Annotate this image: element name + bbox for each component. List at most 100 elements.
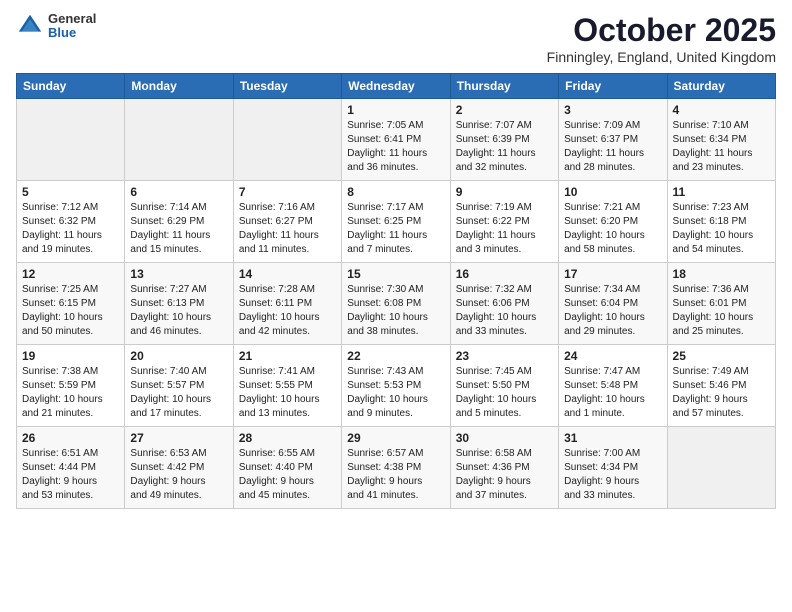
table-row: 29Sunrise: 6:57 AM Sunset: 4:38 PM Dayli… xyxy=(342,427,450,509)
table-row: 19 Sunrise: 7:38 AM Sunset: 5:59 PM Dayli… xyxy=(17,345,125,427)
calendar-week-row: 26 Sunrise: 6:51 AM Sunset: 4:44 PM Dayli… xyxy=(17,427,776,509)
table-row: 26 Sunrise: 6:51 AM Sunset: 4:44 PM Dayli… xyxy=(17,427,125,509)
table-row: 22 Sunrise: 7:43 AM Sunset: 5:53 PM Dayli… xyxy=(342,345,450,427)
col-friday: Friday xyxy=(559,74,667,99)
logo-icon xyxy=(16,12,44,40)
table-row: 20Sunrise: 7:40 AM Sunset: 5:57 PM Dayli… xyxy=(125,345,233,427)
day-info: Sunrise: 7:28 AM Sunset: 6:11 PM Dayligh… xyxy=(239,283,336,339)
title-block: October 2025 Finningley, England, United… xyxy=(547,12,776,65)
col-sunday: Sunday xyxy=(17,74,125,99)
table-row: 23 Sunrise: 7:45 AM Sunset: 5:50 PM Dayli… xyxy=(450,345,558,427)
day-info: Sunrise: 7:32 AM Sunset: 6:06 PM Dayligh… xyxy=(456,283,553,339)
col-tuesday: Tuesday xyxy=(233,74,341,99)
day-info: Sunrise: 7:16 AM Sunset: 6:27 PM Dayligh… xyxy=(239,201,336,257)
calendar-week-row: 19 Sunrise: 7:38 AM Sunset: 5:59 PM Dayli… xyxy=(17,345,776,427)
logo-blue: Blue xyxy=(48,26,96,40)
day-number: 18 xyxy=(673,267,770,281)
day-number: 7 xyxy=(239,185,336,199)
day-info: Sunrise: 7:47 AM Sunset: 5:48 PM Dayligh… xyxy=(564,365,661,421)
table-row: 3Sunrise: 7:09 AM Sunset: 6:37 PM Daylig… xyxy=(559,99,667,181)
day-info: Sunrise: 7:36 AM Sunset: 6:01 PM Dayligh… xyxy=(673,283,770,339)
table-row: 17Sunrise: 7:34 AM Sunset: 6:04 PM Dayli… xyxy=(559,263,667,345)
col-thursday: Thursday xyxy=(450,74,558,99)
table-row: 7 Sunrise: 7:16 AM Sunset: 6:27 PM Daylig… xyxy=(233,181,341,263)
table-row: 5Sunrise: 7:12 AM Sunset: 6:32 PM Daylig… xyxy=(17,181,125,263)
table-row: 18 Sunrise: 7:36 AM Sunset: 6:01 PM Dayli… xyxy=(667,263,775,345)
day-number: 25 xyxy=(673,349,770,363)
day-number: 19 xyxy=(22,349,119,363)
day-number: 14 xyxy=(239,267,336,281)
day-number: 27 xyxy=(130,431,227,445)
table-row: 12 Sunrise: 7:25 AM Sunset: 6:15 PM Dayli… xyxy=(17,263,125,345)
table-row xyxy=(233,99,341,181)
col-wednesday: Wednesday xyxy=(342,74,450,99)
calendar-week-row: 1Sunrise: 7:05 AM Sunset: 6:41 PM Daylig… xyxy=(17,99,776,181)
logo: General Blue xyxy=(16,12,96,41)
table-row: 6 Sunrise: 7:14 AM Sunset: 6:29 PM Daylig… xyxy=(125,181,233,263)
table-row: 13Sunrise: 7:27 AM Sunset: 6:13 PM Dayli… xyxy=(125,263,233,345)
table-row: 2 Sunrise: 7:07 AM Sunset: 6:39 PM Daylig… xyxy=(450,99,558,181)
table-row: 11 Sunrise: 7:23 AM Sunset: 6:18 PM Dayli… xyxy=(667,181,775,263)
day-info: Sunrise: 7:23 AM Sunset: 6:18 PM Dayligh… xyxy=(673,201,770,257)
day-number: 23 xyxy=(456,349,553,363)
table-row: 16 Sunrise: 7:32 AM Sunset: 6:06 PM Dayli… xyxy=(450,263,558,345)
table-row: 21Sunrise: 7:41 AM Sunset: 5:55 PM Dayli… xyxy=(233,345,341,427)
day-number: 6 xyxy=(130,185,227,199)
day-info: Sunrise: 6:58 AM Sunset: 4:36 PM Dayligh… xyxy=(456,447,553,503)
day-number: 4 xyxy=(673,103,770,117)
table-row: 27 Sunrise: 6:53 AM Sunset: 4:42 PM Dayli… xyxy=(125,427,233,509)
day-info: Sunrise: 6:55 AM Sunset: 4:40 PM Dayligh… xyxy=(239,447,336,503)
day-number: 10 xyxy=(564,185,661,199)
day-number: 2 xyxy=(456,103,553,117)
day-info: Sunrise: 7:45 AM Sunset: 5:50 PM Dayligh… xyxy=(456,365,553,421)
day-number: 12 xyxy=(22,267,119,281)
table-row: 4 Sunrise: 7:10 AM Sunset: 6:34 PM Daylig… xyxy=(667,99,775,181)
day-info: Sunrise: 7:30 AM Sunset: 6:08 PM Dayligh… xyxy=(347,283,444,339)
day-number: 31 xyxy=(564,431,661,445)
day-number: 8 xyxy=(347,185,444,199)
day-number: 21 xyxy=(239,349,336,363)
table-row: 14 Sunrise: 7:28 AM Sunset: 6:11 PM Dayli… xyxy=(233,263,341,345)
col-monday: Monday xyxy=(125,74,233,99)
day-number: 16 xyxy=(456,267,553,281)
month-title: October 2025 xyxy=(547,12,776,49)
day-info: Sunrise: 7:14 AM Sunset: 6:29 PM Dayligh… xyxy=(130,201,227,257)
day-number: 22 xyxy=(347,349,444,363)
logo-text: General Blue xyxy=(48,12,96,41)
calendar-week-row: 12 Sunrise: 7:25 AM Sunset: 6:15 PM Dayli… xyxy=(17,263,776,345)
day-number: 11 xyxy=(673,185,770,199)
day-info: Sunrise: 7:38 AM Sunset: 5:59 PM Dayligh… xyxy=(22,365,119,421)
table-row xyxy=(667,427,775,509)
day-info: Sunrise: 7:10 AM Sunset: 6:34 PM Dayligh… xyxy=(673,119,770,175)
table-row: 24Sunrise: 7:47 AM Sunset: 5:48 PM Dayli… xyxy=(559,345,667,427)
day-number: 30 xyxy=(456,431,553,445)
day-info: Sunrise: 7:34 AM Sunset: 6:04 PM Dayligh… xyxy=(564,283,661,339)
day-info: Sunrise: 7:12 AM Sunset: 6:32 PM Dayligh… xyxy=(22,201,119,257)
day-number: 13 xyxy=(130,267,227,281)
header: General Blue October 2025 Finningley, En… xyxy=(16,12,776,65)
day-info: Sunrise: 6:51 AM Sunset: 4:44 PM Dayligh… xyxy=(22,447,119,503)
day-number: 28 xyxy=(239,431,336,445)
table-row: 30 Sunrise: 6:58 AM Sunset: 4:36 PM Dayli… xyxy=(450,427,558,509)
calendar-header-row: Sunday Monday Tuesday Wednesday Thursday… xyxy=(17,74,776,99)
table-row: 8Sunrise: 7:17 AM Sunset: 6:25 PM Daylig… xyxy=(342,181,450,263)
location: Finningley, England, United Kingdom xyxy=(547,49,776,65)
day-number: 9 xyxy=(456,185,553,199)
day-info: Sunrise: 7:49 AM Sunset: 5:46 PM Dayligh… xyxy=(673,365,770,421)
day-info: Sunrise: 7:25 AM Sunset: 6:15 PM Dayligh… xyxy=(22,283,119,339)
day-info: Sunrise: 7:43 AM Sunset: 5:53 PM Dayligh… xyxy=(347,365,444,421)
logo-general: General xyxy=(48,12,96,26)
day-number: 3 xyxy=(564,103,661,117)
table-row: 31Sunrise: 7:00 AM Sunset: 4:34 PM Dayli… xyxy=(559,427,667,509)
col-saturday: Saturday xyxy=(667,74,775,99)
day-number: 26 xyxy=(22,431,119,445)
day-info: Sunrise: 7:07 AM Sunset: 6:39 PM Dayligh… xyxy=(456,119,553,175)
table-row: 10Sunrise: 7:21 AM Sunset: 6:20 PM Dayli… xyxy=(559,181,667,263)
day-number: 1 xyxy=(347,103,444,117)
day-info: Sunrise: 7:19 AM Sunset: 6:22 PM Dayligh… xyxy=(456,201,553,257)
table-row: 9 Sunrise: 7:19 AM Sunset: 6:22 PM Daylig… xyxy=(450,181,558,263)
calendar-week-row: 5Sunrise: 7:12 AM Sunset: 6:32 PM Daylig… xyxy=(17,181,776,263)
day-number: 29 xyxy=(347,431,444,445)
calendar-page: General Blue October 2025 Finningley, En… xyxy=(0,0,792,612)
day-info: Sunrise: 6:53 AM Sunset: 4:42 PM Dayligh… xyxy=(130,447,227,503)
